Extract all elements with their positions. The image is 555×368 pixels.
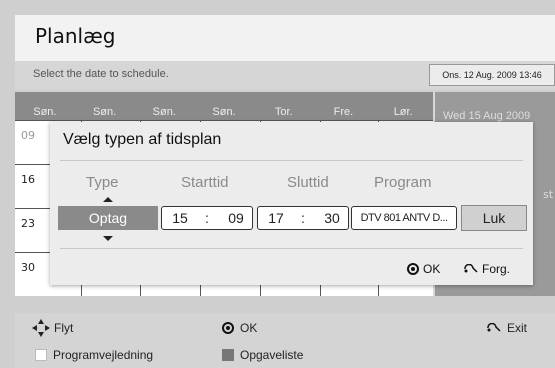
close-button[interactable]: Luk xyxy=(461,205,527,231)
ok-hint: OK xyxy=(407,262,440,276)
week-label: 09 xyxy=(21,129,35,142)
day-header: Søn. xyxy=(33,106,57,118)
back-hint: Forg. xyxy=(464,262,510,276)
white-key-icon xyxy=(35,349,47,361)
back-arrow-icon xyxy=(464,264,478,273)
divider xyxy=(60,160,523,161)
type-up-arrow-icon[interactable] xyxy=(103,197,113,202)
program-field[interactable]: DTV 801 ANTV D... xyxy=(351,206,457,230)
type-selector[interactable]: Optag xyxy=(58,206,158,230)
program-guide-button[interactable]: Programvejledning xyxy=(35,348,153,362)
divider xyxy=(60,248,523,249)
task-list-button[interactable]: Opgaveliste xyxy=(222,348,303,362)
start-hour[interactable]: 15 xyxy=(162,210,198,226)
week-label: 16 xyxy=(21,173,35,186)
move-hint: Flyt xyxy=(32,319,74,337)
exit-label: Exit xyxy=(507,321,528,335)
back-arrow-icon xyxy=(487,323,501,332)
ok-radio-icon xyxy=(407,263,419,275)
end-hour[interactable]: 17 xyxy=(258,210,294,226)
instruction-text: Select the date to schedule. xyxy=(33,68,169,80)
ok-footer-label: OK xyxy=(240,321,258,335)
program-info-text: st xyxy=(543,188,554,201)
start-column-label: Starttid xyxy=(181,174,229,191)
type-column-label: Type xyxy=(86,174,119,191)
end-separator: : xyxy=(301,210,305,226)
page-title: Planlæg xyxy=(35,24,116,48)
type-down-arrow-icon[interactable] xyxy=(103,236,113,241)
footer-bar: Flyt OK Exit Programvejledning Opgavelis… xyxy=(15,313,555,368)
back-hint-label: Forg. xyxy=(482,262,511,276)
ok-footer-hint: OK xyxy=(222,321,257,335)
day-header: Fre. xyxy=(333,106,354,118)
program-info-date: Wed 15 Aug 2009 xyxy=(443,110,531,122)
week-label: 23 xyxy=(21,217,35,230)
start-time-field[interactable]: 15 : 09 xyxy=(161,206,253,230)
day-header: Søn. xyxy=(92,106,117,118)
current-date: Ons. 12 Aug. 2009 13:46 xyxy=(429,64,555,86)
navigation-arrows-icon xyxy=(32,319,50,337)
day-header: Lør. xyxy=(393,106,413,118)
program-guide-label: Programvejledning xyxy=(53,348,154,362)
move-label: Flyt xyxy=(54,321,74,335)
day-header: Søn. xyxy=(212,106,236,118)
program-column-label: Program xyxy=(374,174,432,191)
gray-key-icon xyxy=(222,349,234,361)
task-list-label: Opgaveliste xyxy=(240,348,304,362)
exit-hint[interactable]: Exit xyxy=(487,321,527,335)
start-separator: : xyxy=(205,210,209,226)
dialog-title: Vælg typen af tidsplan xyxy=(63,131,222,148)
week-label: 30 xyxy=(21,261,35,274)
title-bar: Planlæg xyxy=(15,15,555,61)
schedule-type-dialog: Vælg typen af tidsplan Type Starttid Slu… xyxy=(50,122,533,285)
day-header: Søn. xyxy=(152,106,176,118)
end-minute[interactable]: 30 xyxy=(314,210,350,226)
end-time-field[interactable]: 17 : 30 xyxy=(257,206,349,230)
start-minute[interactable]: 09 xyxy=(218,210,254,226)
ok-radio-icon xyxy=(222,322,234,334)
instruction-bar: Select the date to schedule. Ons. 12 Aug… xyxy=(15,61,555,90)
ok-hint-label: OK xyxy=(423,262,441,276)
end-column-label: Sluttid xyxy=(287,174,329,191)
calendar-day-headers: Søn. Søn. Søn. Søn. Tor. Fre. Lør. xyxy=(15,92,433,120)
day-header: Tor. xyxy=(274,106,293,118)
